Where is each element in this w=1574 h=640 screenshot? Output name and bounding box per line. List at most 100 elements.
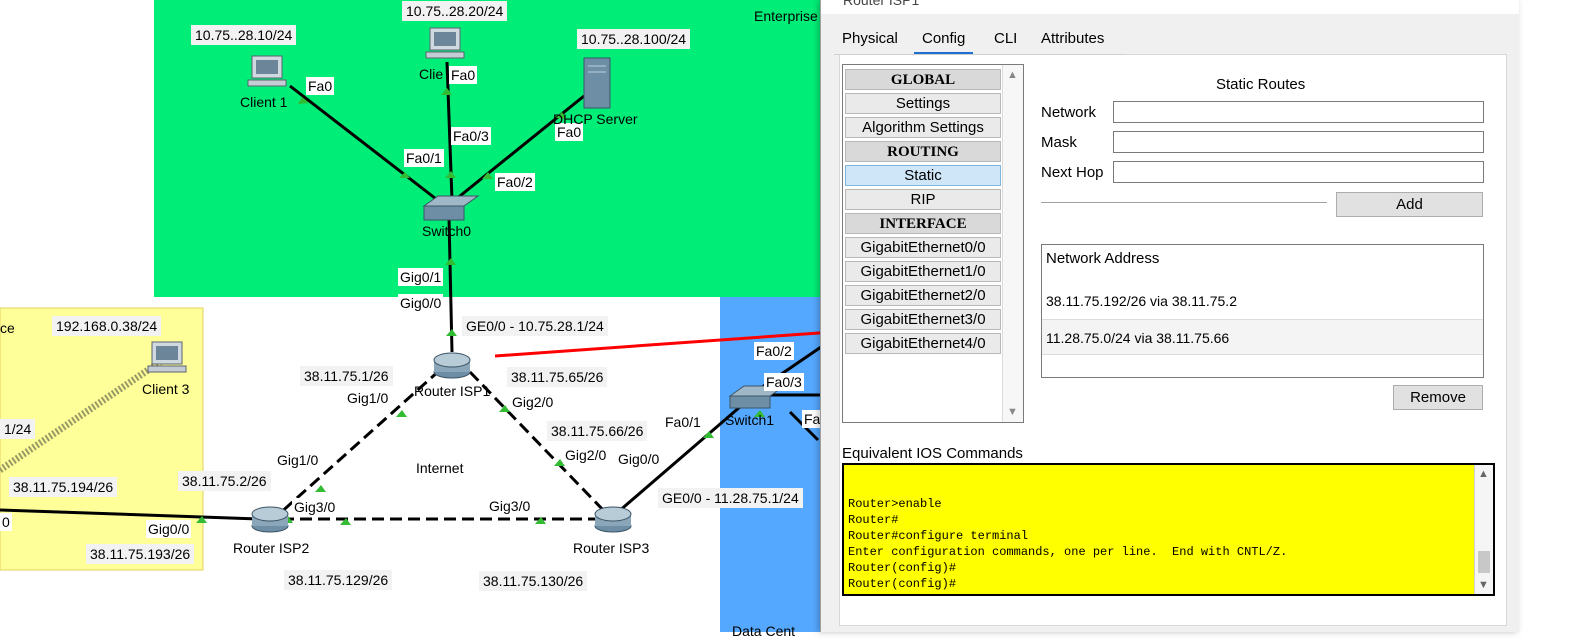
isp2-gig00-address: 38.11.75.193/26: [86, 544, 195, 564]
switch0-fa02-port: Fa0/2: [495, 173, 535, 191]
isp1-ge00-address: GE0/0 - 10.75.28.1/24: [462, 316, 608, 336]
nav-gigabitethernet2-0[interactable]: GigabitEthernet2/0: [845, 285, 1001, 306]
router-icon[interactable]: [433, 352, 471, 379]
pc-icon[interactable]: [247, 55, 287, 87]
switch0-label: Switch0: [422, 223, 472, 239]
nav-global-header: GLOBAL: [845, 69, 1001, 90]
ios-commands-output[interactable]: Router>enable Router# Router#configure t…: [842, 463, 1495, 596]
router-isp2-label: Router ISP2: [233, 540, 310, 556]
ios-line: Router(config)#: [848, 577, 957, 591]
switch1-fa01-port: Fa0/1: [663, 413, 703, 431]
ios-commands-label: Equivalent IOS Commands: [842, 445, 1023, 462]
isp3-gig30-address: 38.11.75.130/26: [479, 571, 588, 591]
switch0-fa03-port: Fa0/3: [451, 127, 491, 145]
scroll-thumb[interactable]: [1478, 551, 1490, 573]
tab-attributes[interactable]: Attributes: [1033, 28, 1112, 52]
client1-label: Client 1: [240, 94, 288, 110]
nav-interface-header: INTERFACE: [845, 213, 1001, 234]
next-hop-input[interactable]: [1113, 161, 1484, 183]
nav-gigabitethernet0-0[interactable]: GigabitEthernet0/0: [845, 237, 1001, 258]
isp3-gig00-port: Gig0/0: [616, 450, 662, 468]
switch0-gig01-port: Gig0/1: [398, 268, 444, 286]
tab-config[interactable]: Config: [914, 28, 974, 54]
nav-rip[interactable]: RIP: [845, 189, 1001, 210]
route-item[interactable]: 38.11.75.192/26 via 38.11.75.2: [1042, 283, 1483, 319]
mask-label: Mask: [1041, 134, 1077, 151]
ios-scrollbar[interactable]: ▲ ▼: [1474, 465, 1493, 594]
nav-settings[interactable]: Settings: [845, 93, 1001, 114]
nav-gigabitethernet4-0[interactable]: GigabitEthernet4/0: [845, 333, 1001, 354]
isp3-gig30-port: Gig3/0: [487, 497, 533, 515]
nav-static[interactable]: Static: [845, 165, 1001, 186]
client3-label: Client 3: [142, 381, 190, 397]
next-hop-label: Next Hop: [1041, 164, 1104, 181]
isp2-gig10-port: Gig1/0: [275, 451, 321, 469]
isp2-gig30-port: Gig3/0: [292, 498, 338, 516]
home-router-address: 38.11.75.194/26: [9, 477, 118, 497]
isp1-gig20-address: 38.11.75.65/26: [507, 367, 608, 387]
config-nav-list[interactable]: GLOBAL Settings Algorithm Settings ROUTI…: [842, 64, 1024, 423]
ios-line: Router#: [848, 513, 899, 527]
ios-line: Router(config)#: [848, 561, 957, 575]
server-address: 10.75..28.100/24: [577, 29, 691, 49]
isp2-gig10-address: 38.11.75.2/26: [178, 471, 271, 491]
switch0-fa01-port: Fa0/1: [404, 149, 444, 167]
client1-address: 10.75..28.10/24: [191, 25, 297, 45]
add-button[interactable]: Add: [1336, 192, 1483, 217]
router-icon[interactable]: [594, 506, 632, 533]
router-icon[interactable]: [251, 506, 289, 533]
isp1-gig10-port: Gig1/0: [345, 389, 391, 407]
left-partial-address: 1/24: [0, 419, 36, 439]
nav-algorithm-settings[interactable]: Algorithm Settings: [845, 117, 1001, 138]
scroll-down-icon[interactable]: ▼: [1007, 406, 1018, 418]
pc-icon[interactable]: [147, 341, 187, 373]
isp2-gig30-address: 38.11.75.129/26: [284, 570, 393, 590]
isp3-gig20-address: 38.11.75.66/26: [547, 421, 648, 441]
dhcp-server-label: DHCP Server: [553, 111, 638, 127]
tab-strip-divider: [834, 54, 1126, 55]
scroll-down-icon[interactable]: ▼: [1478, 579, 1489, 591]
ios-line: Router>enable: [848, 497, 942, 511]
isp1-gig10-address: 38.11.75.1/26: [300, 366, 393, 386]
client2-label: Clie: [419, 66, 444, 82]
datacenter-zone-label: Data Cent: [732, 623, 796, 639]
network-label: Network: [1041, 104, 1097, 121]
client1-fa0-port: Fa0: [306, 77, 335, 95]
pc-icon[interactable]: [425, 27, 465, 59]
client2-address: 10.75..28.20/24: [402, 1, 508, 21]
client3-address: 192.168.0.38/24: [52, 316, 162, 336]
nav-scrollbar[interactable]: ▲ ▼: [1002, 65, 1023, 422]
nav-gigabitethernet3-0[interactable]: GigabitEthernet3/0: [845, 309, 1001, 330]
router-isp1-label: Router ISP1: [414, 383, 491, 399]
server-icon[interactable]: [583, 57, 611, 109]
home-zone-label: ce: [0, 320, 15, 336]
tab-physical[interactable]: Physical: [834, 28, 906, 52]
client2-fa0-port: Fa0: [449, 66, 478, 84]
switch1-label: Switch1: [725, 412, 775, 428]
isp2-gig00-port: Gig0/0: [146, 520, 192, 538]
mask-input[interactable]: [1113, 131, 1484, 153]
network-input[interactable]: [1113, 101, 1484, 123]
static-route-list[interactable]: Network Address 38.11.75.192/26 via 38.1…: [1041, 244, 1484, 378]
enterprise-zone-label: Enterprise: [754, 8, 818, 24]
tab-cli[interactable]: CLI: [986, 28, 1025, 52]
internet-label: Internet: [416, 460, 464, 476]
ios-line: Enter configuration commands, one per li…: [848, 545, 1288, 559]
isp1-gig20-port: Gig2/0: [510, 393, 556, 411]
scroll-up-icon[interactable]: ▲: [1007, 69, 1018, 81]
form-divider: [1041, 202, 1327, 203]
switch1-fa03-port: Fa0/3: [764, 373, 804, 391]
switch1-fa02-port: Fa0/2: [754, 342, 794, 360]
route-item[interactable]: 11.28.75.0/24 via 38.11.75.66: [1042, 319, 1483, 355]
ios-line: [844, 476, 1493, 496]
scroll-up-icon[interactable]: ▲: [1478, 468, 1489, 480]
remove-button[interactable]: Remove: [1393, 385, 1483, 410]
isp3-ge00-address: GE0/0 - 11.28.75.1/24: [658, 488, 803, 508]
isp3-gig20-port: Gig2/0: [563, 446, 609, 464]
ios-line: Router#configure terminal: [848, 529, 1029, 543]
window-title-bar[interactable]: Router ISP1: [821, 0, 1519, 14]
router-isp3-label: Router ISP3: [573, 540, 650, 556]
static-routes-title: Static Routes: [1216, 76, 1306, 93]
nav-gigabitethernet1-0[interactable]: GigabitEthernet1/0: [845, 261, 1001, 282]
route-list-header: Network Address: [1046, 250, 1160, 267]
